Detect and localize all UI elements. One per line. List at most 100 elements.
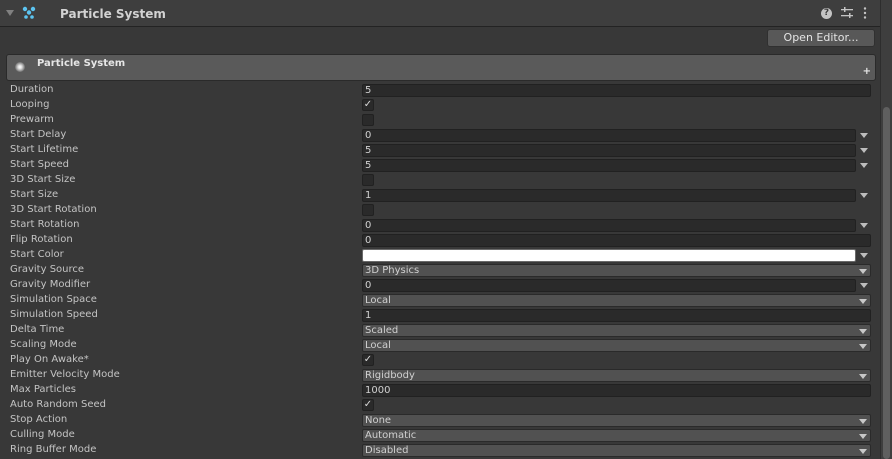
property-row-3d-start-size: 3D Start Size (0, 173, 880, 188)
curve-mode-dropdown-icon[interactable] (860, 283, 868, 288)
property-label: Start Color (10, 249, 64, 260)
property-label: Simulation Space (10, 294, 97, 305)
start-rotation-field[interactable]: 0 (362, 219, 856, 232)
dropdown-value: None (365, 415, 392, 426)
scrollbar-thumb[interactable] (883, 107, 890, 459)
start-size-field[interactable]: 1 (362, 189, 856, 202)
chevron-down-icon (859, 344, 867, 349)
vertical-scrollbar[interactable] (880, 0, 892, 459)
property-row-3d-start-rotation: 3D Start Rotation (0, 203, 880, 218)
chevron-down-icon (859, 419, 867, 424)
dropdown-value: Scaled (365, 325, 399, 336)
property-label: Play On Awake* (10, 354, 89, 365)
property-row-looping: Looping ✓ (0, 98, 880, 113)
looping-checkbox[interactable]: ✓ (362, 99, 374, 111)
prewarm-checkbox[interactable] (362, 114, 374, 126)
property-row-emitter-velocity-mode: Emitter Velocity Mode Rigidbody (0, 368, 880, 383)
chevron-down-icon (859, 299, 867, 304)
max-particles-field[interactable]: 1000 (362, 384, 871, 397)
play-on-awake-checkbox[interactable]: ✓ (362, 354, 374, 366)
property-row-max-particles: Max Particles 1000 (0, 383, 880, 398)
presets-icon[interactable] (841, 7, 853, 19)
emitter-velocity-mode-dropdown[interactable]: Rigidbody (362, 369, 871, 382)
flip-rotation-field[interactable]: 0 (362, 234, 871, 247)
property-label: Simulation Speed (10, 309, 98, 320)
auto-random-seed-checkbox[interactable]: ✓ (362, 399, 374, 411)
property-row-start-size: Start Size 1 (0, 188, 880, 203)
color-mode-dropdown-icon[interactable] (860, 253, 868, 258)
property-label: Culling Mode (10, 429, 75, 440)
property-row-culling-mode: Culling Mode Automatic (0, 428, 880, 443)
property-row-start-color: Start Color (0, 248, 880, 263)
property-label: Auto Random Seed (10, 399, 106, 410)
chevron-down-icon (859, 449, 867, 454)
module-header[interactable]: Particle System + (6, 54, 876, 81)
property-row-ring-buffer-mode: Ring Buffer Mode Disabled (0, 443, 880, 458)
curve-mode-dropdown-icon[interactable] (860, 193, 868, 198)
simulation-space-dropdown[interactable]: Local (362, 294, 871, 307)
start-delay-field[interactable]: 0 (362, 129, 856, 142)
chevron-down-icon (859, 269, 867, 274)
module-title: Particle System (37, 58, 126, 69)
property-label: 3D Start Size (10, 174, 76, 185)
property-row-start-delay: Start Delay 0 (0, 128, 880, 143)
start-speed-field[interactable]: 5 (362, 159, 856, 172)
property-label: Ring Buffer Mode (10, 444, 97, 455)
scaling-mode-dropdown[interactable]: Local (362, 339, 871, 352)
dropdown-value: Rigidbody (365, 370, 415, 381)
more-icon[interactable] (862, 7, 868, 19)
help-icon[interactable]: ? (821, 8, 832, 19)
property-label: Emitter Velocity Mode (10, 369, 120, 380)
dropdown-value: Automatic (365, 430, 417, 441)
simulation-speed-field[interactable]: 1 (362, 309, 871, 322)
curve-mode-dropdown-icon[interactable] (860, 223, 868, 228)
property-label: Duration (10, 84, 54, 95)
duration-field[interactable]: 5 (362, 84, 871, 97)
property-label: Gravity Source (10, 264, 85, 275)
checkmark-icon: ✓ (363, 399, 373, 410)
add-module-icon[interactable]: + (863, 66, 871, 77)
property-label: Start Speed (10, 159, 69, 170)
property-label: Gravity Modifier (10, 279, 91, 290)
foldout-arrow-icon[interactable] (6, 10, 14, 16)
property-row-play-on-awake: Play On Awake* ✓ (0, 353, 880, 368)
checkmark-icon: ✓ (363, 354, 373, 365)
property-row-scaling-mode: Scaling Mode Local (0, 338, 880, 353)
start-color-field[interactable] (362, 249, 856, 262)
property-row-stop-action: Stop Action None (0, 413, 880, 428)
start-lifetime-field[interactable]: 5 (362, 144, 856, 157)
chevron-down-icon (859, 434, 867, 439)
culling-mode-dropdown[interactable]: Automatic (362, 429, 871, 442)
stop-action-dropdown[interactable]: None (362, 414, 871, 427)
delta-time-dropdown[interactable]: Scaled (362, 324, 871, 337)
dropdown-value: 3D Physics (365, 265, 420, 276)
curve-mode-dropdown-icon[interactable] (860, 133, 868, 138)
checkmark-icon: ✓ (363, 99, 373, 110)
gravity-source-dropdown[interactable]: 3D Physics (362, 264, 871, 277)
property-row-simulation-space: Simulation Space Local (0, 293, 880, 308)
3d-start-size-checkbox[interactable] (362, 174, 374, 186)
property-row-duration: Duration 5 (0, 83, 880, 98)
property-label: Start Rotation (10, 219, 80, 230)
3d-start-rotation-checkbox[interactable] (362, 204, 374, 216)
property-label: Start Delay (10, 129, 67, 140)
gravity-modifier-field[interactable]: 0 (362, 279, 856, 292)
property-label: Prewarm (10, 114, 54, 125)
property-list: Duration 5 Looping ✓ Prewarm Start Delay 0 Star… (0, 83, 880, 458)
property-label: Flip Rotation (10, 234, 73, 245)
dropdown-value: Local (365, 295, 391, 306)
open-editor-button[interactable]: Open Editor... (767, 29, 875, 47)
property-row-start-lifetime: Start Lifetime 5 (0, 143, 880, 158)
ring-buffer-mode-dropdown[interactable]: Disabled (362, 444, 871, 457)
component-header[interactable]: Particle System ? (0, 0, 880, 27)
property-row-start-rotation: Start Rotation 0 (0, 218, 880, 233)
particle-system-icon (22, 6, 36, 19)
particle-glow-icon (15, 62, 25, 72)
curve-mode-dropdown-icon[interactable] (860, 148, 868, 153)
component-title: Particle System (60, 7, 166, 21)
property-label: Delta Time (10, 324, 65, 335)
dropdown-value: Local (365, 340, 391, 351)
property-label: Start Lifetime (10, 144, 79, 155)
curve-mode-dropdown-icon[interactable] (860, 163, 868, 168)
property-row-start-speed: Start Speed 5 (0, 158, 880, 173)
